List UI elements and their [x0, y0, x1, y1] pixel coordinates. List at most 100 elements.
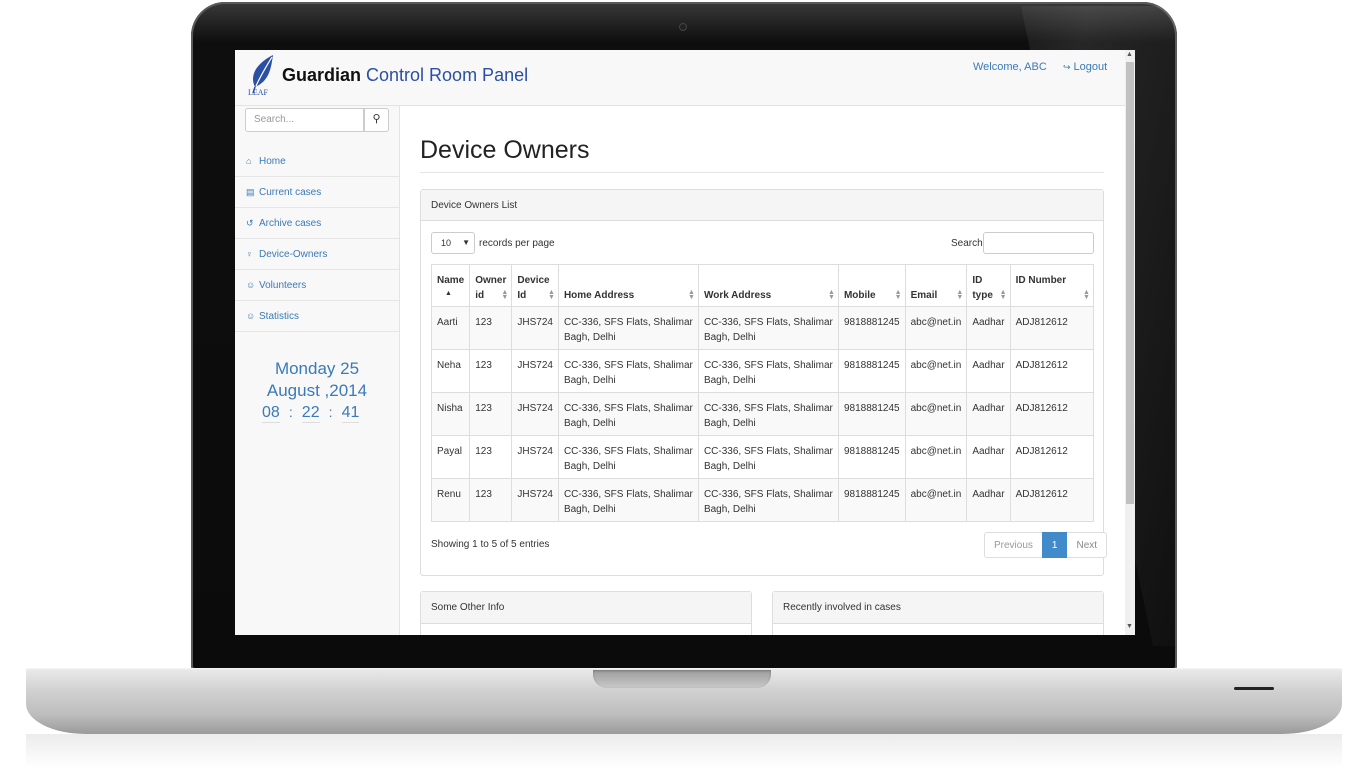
cell-mobile: 9818881245 [837, 478, 906, 522]
clock-seconds: 41 [341, 404, 360, 423]
cell-mobile: 9818881245 [837, 349, 906, 393]
sidebar-item-device-owners[interactable]: ♀ Device-Owners [235, 239, 399, 270]
column-header-email[interactable]: Email ▲ ▼ [904, 264, 968, 307]
cell-mobile: 9818881245 [837, 435, 906, 479]
welcome-link[interactable]: Welcome, ABC [973, 61, 1047, 73]
scrollbar-thumb[interactable] [1126, 62, 1134, 504]
column-header-device-id[interactable]: Device Id ▲ ▼ [511, 264, 559, 307]
column-header-home-address[interactable]: Home Address ▲ ▼ [557, 264, 699, 307]
top-navbar: LEAF Guardian Control Room Panel Welcome… [235, 50, 1125, 106]
table-header-row: Name ▲ Owner id ▲ ▼ Device Id ▲ ▼ Home Address ▲… [430, 264, 1095, 307]
cell-owner-id: 123 [469, 349, 513, 393]
cell-work-address: CC-336, SFS Flats, Shalimar Bagh, Delhi [697, 478, 839, 522]
sidebar-item-label: Current cases [259, 187, 322, 198]
column-header-work-address[interactable]: Work Address ▲ ▼ [697, 264, 839, 307]
laptop-indicator [1234, 687, 1274, 690]
cell-home-address: CC-336, SFS Flats, Shalimar Bagh, Delhi [557, 478, 699, 522]
cell-owner-id: 123 [469, 478, 513, 522]
sidebar-item-current-cases[interactable]: ▤ Current cases [235, 177, 399, 208]
pagination: Previous 1 Next [984, 532, 1108, 558]
next-page-button[interactable]: Next [1067, 532, 1108, 558]
app-screen: LEAF Guardian Control Room Panel Welcome… [235, 50, 1135, 635]
page-scrollbar[interactable]: ▲ ▼ [1125, 50, 1135, 635]
column-header-name[interactable]: Name ▲ [430, 264, 471, 307]
scroll-down-arrow-icon[interactable]: ▼ [1126, 623, 1133, 630]
caret-down-icon: ▼ [462, 238, 470, 247]
logout-label: Logout [1073, 61, 1108, 73]
sidebar-search-input[interactable]: Search... [245, 108, 364, 132]
column-header-label: ID Number [1015, 275, 1067, 286]
sidebar-item-volunteers[interactable]: ☺ Volunteers [235, 270, 399, 301]
laptop-notch [593, 670, 771, 688]
cell-device-id: JHS724 [511, 478, 559, 522]
page-length-select[interactable]: 10 ▼ [431, 232, 475, 254]
cell-id-number: ADJ812612 [1009, 306, 1095, 350]
book-icon: ▤ [246, 187, 255, 197]
cell-home-address: CC-336, SFS Flats, Shalimar Bagh, Delhi [557, 392, 699, 436]
sort-icon: ▲ ▼ [501, 289, 509, 301]
cell-work-address: CC-336, SFS Flats, Shalimar Bagh, Delhi [697, 349, 839, 393]
column-header-id-type[interactable]: ID type ▲ ▼ [966, 264, 1011, 307]
cell-id-number: ADJ812612 [1009, 478, 1095, 522]
table-info: Showing 1 to 5 of 5 entries [431, 539, 550, 550]
sort-icon: ▲ ▼ [894, 289, 902, 301]
device-owners-panel: Device Owners List 10 ▼ records per page … [420, 189, 1108, 576]
device-owners-table: Name ▲ Owner id ▲ ▼ Device Id ▲ ▼ Home Address ▲… [430, 264, 1095, 522]
column-header-mobile[interactable]: Mobile ▲ ▼ [837, 264, 906, 307]
cell-email: abc@net.in [904, 392, 968, 436]
sidebar-item-home[interactable]: ⌂ Home [235, 146, 399, 177]
sidebar-search-button[interactable]: ⚲ [364, 108, 389, 132]
page-1-button[interactable]: 1 [1041, 532, 1068, 558]
column-header-label: Name [437, 275, 465, 286]
clock-separator: : [328, 404, 333, 420]
cell-work-address: CC-336, SFS Flats, Shalimar Bagh, Delhi [697, 435, 839, 479]
cell-device-id: JHS724 [511, 349, 559, 393]
cell-email: abc@net.in [904, 435, 968, 479]
clock-separator: : [288, 404, 293, 420]
column-header-id-number[interactable]: ID Number ▲ ▼ [1009, 264, 1095, 307]
logout-link[interactable]: ↪ Logout [1063, 61, 1107, 73]
sidebar-item-label: Home [259, 156, 286, 167]
sidebar-item-archive-cases[interactable]: ↺ Archive cases [235, 208, 399, 239]
column-header-label: Owner [475, 275, 507, 286]
cell-name: Renu [430, 478, 471, 522]
logo-text: LEAF [248, 88, 268, 97]
records-per-page-label: records per page [479, 238, 555, 249]
table-search-label: Search: [951, 238, 986, 249]
cell-owner-id: 123 [469, 306, 513, 350]
cell-id-number: ADJ812612 [1009, 392, 1095, 436]
sidebar-item-label: Archive cases [259, 218, 322, 229]
brand-bold: Guardian [282, 65, 362, 85]
panel-heading: Recently involved in cases [773, 592, 1103, 624]
group-icon: ☺ [246, 311, 256, 321]
previous-page-button[interactable]: Previous [984, 532, 1042, 558]
brand-title[interactable]: Guardian Control Room Panel [282, 65, 528, 86]
sidebar-nav: ⌂ Home ▤ Current cases ↺ Archive cases ♀ Dev… [235, 146, 399, 332]
sort-icon: ▲ ▼ [547, 289, 555, 301]
cell-owner-id: 123 [469, 435, 513, 479]
cell-mobile: 9818881245 [837, 392, 906, 436]
logout-icon: ↪ [1063, 62, 1071, 72]
brand-rest: Control Room Panel [361, 65, 529, 85]
column-header-owner-id[interactable]: Owner id ▲ ▼ [469, 264, 513, 307]
column-header-label: ID [972, 275, 983, 286]
clock-hours: 08 [262, 404, 280, 423]
cell-work-address: CC-336, SFS Flats, Shalimar Bagh, Delhi [697, 306, 839, 350]
cell-email: abc@net.in [904, 306, 968, 350]
sidebar-item-statistics[interactable]: ☺ Statistics [235, 301, 399, 332]
cell-id-number: ADJ812612 [1009, 435, 1095, 479]
other-info-panel: Some Other Info [420, 591, 752, 635]
cell-home-address: CC-336, SFS Flats, Shalimar Bagh, Delhi [557, 306, 699, 350]
cell-home-address: CC-336, SFS Flats, Shalimar Bagh, Delhi [557, 435, 699, 479]
cell-mobile: 9818881245 [837, 306, 906, 350]
table-search-input[interactable] [983, 232, 1094, 254]
scroll-up-arrow-icon[interactable]: ▲ [1126, 51, 1133, 58]
cell-owner-id: 123 [469, 392, 513, 436]
sort-asc-icon: ▲ [445, 290, 452, 297]
column-header-label: Home Address [563, 290, 635, 301]
cell-work-address: CC-336, SFS Flats, Shalimar Bagh, Delhi [697, 392, 839, 436]
column-header-label: type [972, 290, 993, 301]
sidebar: Search... ⚲ ⌂ Home ▤ Current cases ↺ Archiv… [235, 106, 400, 635]
column-header-label: Mobile [843, 290, 876, 301]
table-row: Aarti 123 JHS724 CC-336, SFS Flats, Shal… [430, 306, 1095, 350]
